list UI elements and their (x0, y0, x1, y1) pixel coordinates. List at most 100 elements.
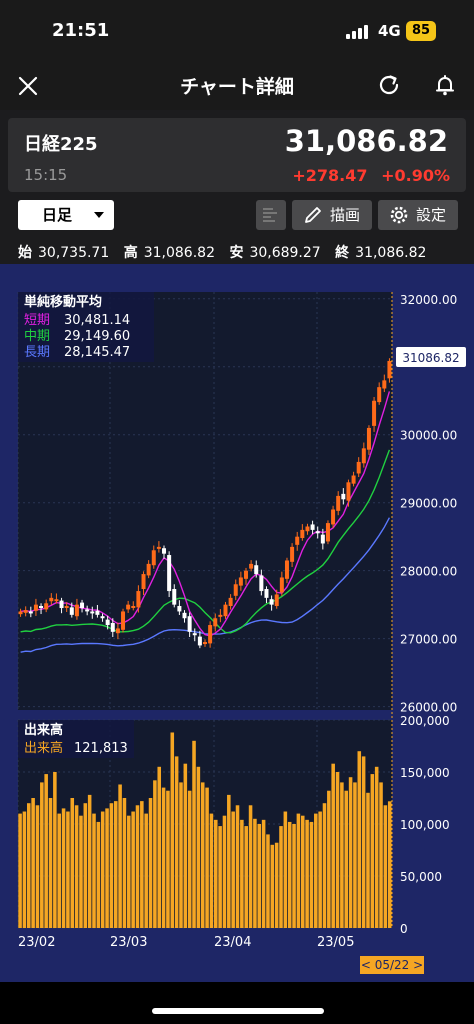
candle-body (387, 360, 392, 379)
volume-bar (135, 805, 140, 928)
volume-bar (261, 819, 266, 928)
candle-body (162, 548, 167, 554)
high-label: 高 (123, 245, 138, 261)
candle-body (279, 577, 284, 593)
volume-bar (170, 732, 175, 928)
candle-body (228, 597, 233, 607)
volume-tick-label: 150,000 (400, 766, 450, 780)
pencil-icon (305, 207, 321, 223)
candle-body (243, 570, 248, 579)
bell-icon[interactable] (432, 72, 458, 98)
candle-body (64, 606, 69, 609)
price-change: +278.47 +0.90% (292, 166, 450, 185)
candle-body (100, 616, 105, 619)
price-tick-label: 28000.00 (400, 565, 457, 579)
chart-controls: 日足 描画 設定 (0, 200, 474, 236)
volume-bar (292, 824, 296, 928)
volume-bar (231, 811, 235, 928)
cursor-date-tag[interactable]: < 05/22 > (360, 956, 424, 974)
volume-bar (335, 772, 340, 928)
price-volume-chart[interactable]: 23/02 23/03 23/04 23/05 32000.00 30000.00 2900… (0, 264, 474, 982)
draw-button[interactable]: 描画 (292, 200, 372, 230)
network-type: 4G (378, 22, 401, 40)
refresh-icon[interactable] (376, 72, 402, 98)
volume-tick-label: 200,000 (400, 714, 450, 728)
candle-body (90, 611, 95, 614)
price-tick-label: 32000.00 (400, 293, 457, 307)
list-view-button[interactable] (256, 200, 286, 230)
chart-area[interactable]: 23/02 23/03 23/04 23/05 32000.00 30000.00 2900… (0, 264, 474, 982)
volume-bar (248, 805, 253, 928)
volume-bar (240, 819, 244, 928)
settings-button[interactable]: 設定 (378, 200, 458, 230)
sma-mid-value: 29,149.60 (64, 329, 130, 344)
candle-body (351, 475, 356, 484)
candle-body (377, 387, 382, 403)
volume-bar (331, 763, 335, 928)
volume-bar (96, 821, 101, 928)
volume-bar (209, 813, 214, 928)
candle-body (172, 589, 177, 605)
battery-icon: 85 (406, 21, 436, 41)
volume-bar (244, 826, 248, 928)
candle-body (156, 546, 161, 549)
volume-bar (383, 805, 388, 928)
candle-body (366, 427, 371, 450)
chevron-down-icon (94, 212, 104, 218)
volume-bar (374, 766, 379, 928)
candle-body (131, 606, 136, 609)
volume-bar (283, 811, 288, 928)
gear-icon (390, 206, 408, 224)
volume-bar (100, 811, 105, 928)
volume-bar (370, 774, 375, 928)
volume-bar (61, 808, 66, 928)
volume-bar (327, 790, 331, 928)
candle-body (59, 600, 64, 609)
status-time: 21:51 (52, 20, 110, 41)
volume-bar (131, 811, 135, 928)
volume-bar (387, 801, 392, 928)
ohlc-row: 始 30,735.71 高 31,086.82 安 30,689.27 終 31,086… (18, 242, 426, 262)
candle-body (213, 618, 218, 627)
candle-body (167, 555, 172, 592)
open-value: 30,735.71 (38, 245, 110, 261)
x-tick-label: 23/03 (110, 935, 147, 950)
current-price: 31,086.82 (284, 124, 448, 158)
candle-body (284, 560, 289, 579)
volume-bar (344, 790, 349, 928)
open-label: 始 (18, 245, 32, 261)
volume-bar (200, 782, 205, 928)
candle-body (249, 563, 254, 569)
volume-bar (70, 798, 75, 928)
signal-icon (346, 25, 368, 39)
candle-body (74, 604, 79, 617)
candle-body (80, 602, 85, 609)
volume-bar (26, 803, 31, 928)
period-select[interactable]: 日足 (18, 200, 114, 230)
candle-body (269, 599, 274, 605)
volume-bar (379, 782, 383, 928)
volume-bar (213, 819, 218, 928)
candle-body (310, 524, 315, 530)
candle-body (233, 584, 238, 596)
candle-body (331, 509, 336, 525)
volume-bar (179, 782, 183, 928)
volume-bar (53, 772, 57, 928)
volume-legend-title: 出来高 (24, 722, 63, 738)
candle-body (341, 493, 346, 500)
volume-bar (83, 803, 88, 928)
candle-body (69, 607, 74, 615)
candle-body (18, 611, 23, 615)
volume-bar (22, 811, 27, 928)
volume-bar (318, 811, 322, 928)
sma-long-value: 28,145.47 (64, 345, 130, 360)
volume-bar (253, 818, 257, 928)
period-label: 日足 (42, 206, 73, 224)
candle-body (336, 495, 341, 511)
volume-bar (79, 815, 83, 928)
volume-bar (309, 821, 314, 928)
quote-time: 15:15 (24, 166, 68, 184)
candle-body (192, 633, 197, 636)
index-name: 日経225 (24, 134, 98, 155)
candle-body (187, 616, 192, 632)
